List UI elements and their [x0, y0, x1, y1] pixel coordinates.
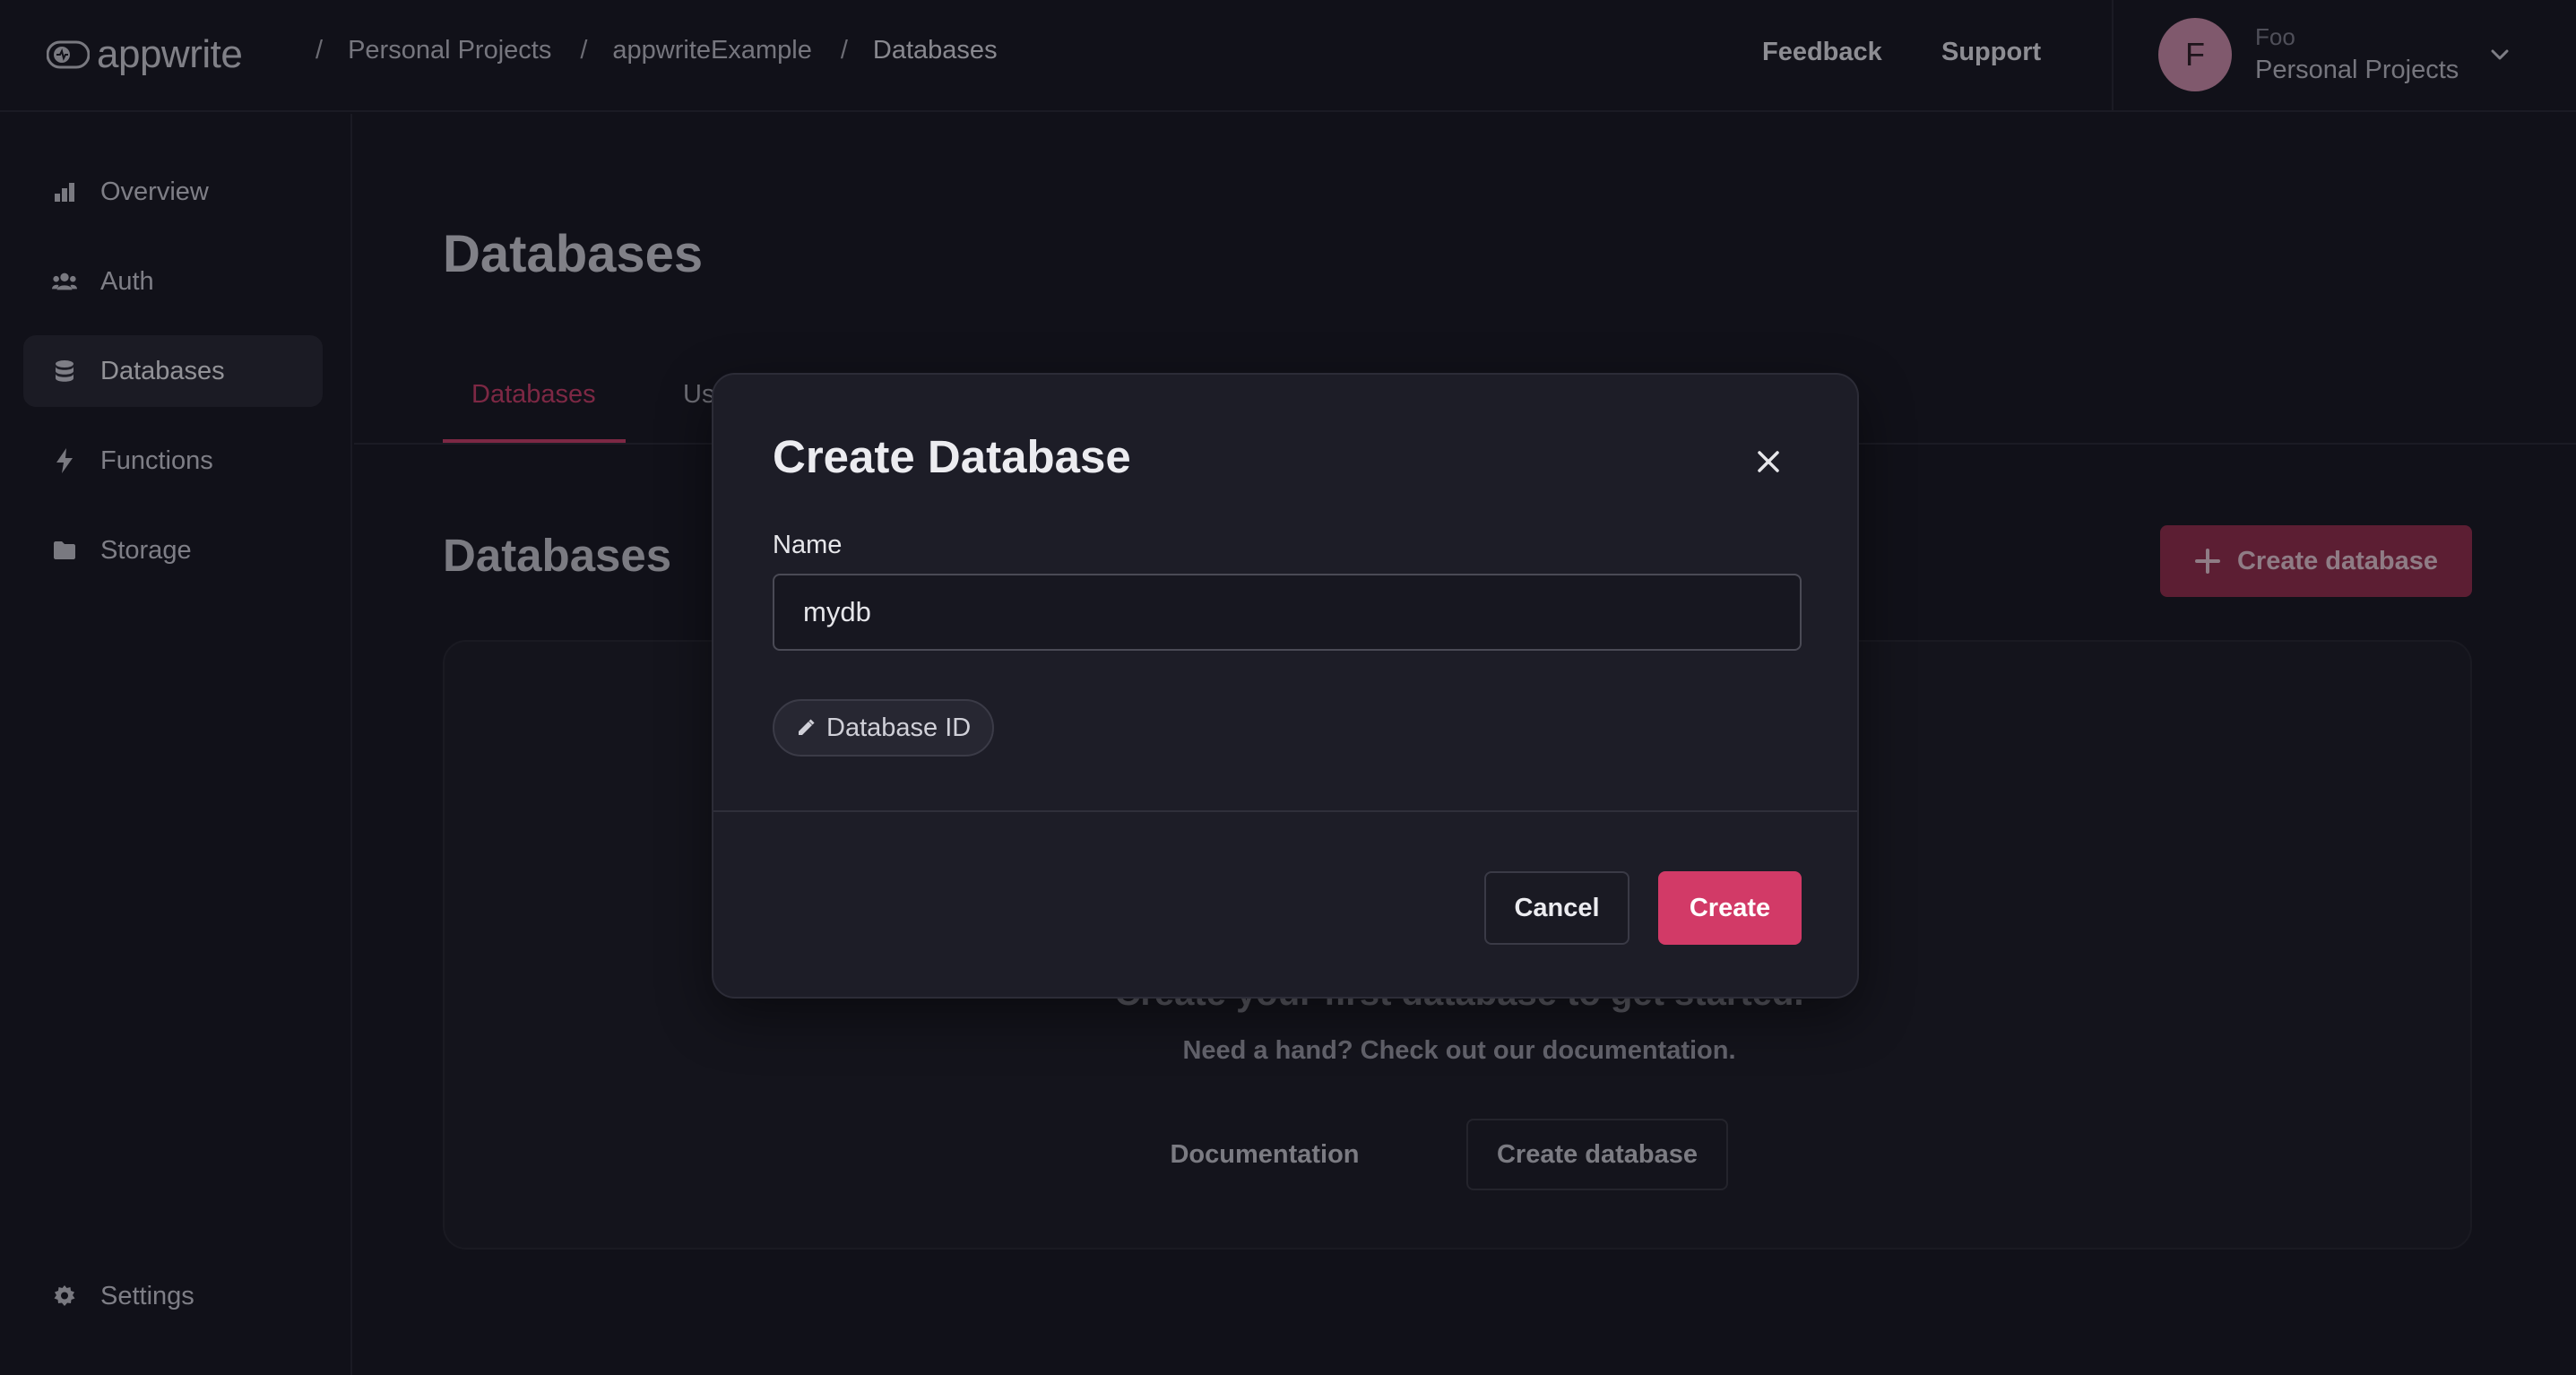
name-input[interactable]	[773, 574, 1802, 651]
close-icon[interactable]	[1753, 446, 1784, 477]
modal-title: Create Database	[773, 431, 1131, 482]
database-id-label: Database ID	[826, 713, 972, 742]
create-button[interactable]: Create	[1658, 871, 1802, 945]
modal-footer-divider	[713, 810, 1857, 812]
pencil-icon	[799, 719, 815, 735]
create-database-modal: Create Database Name Database ID Cancel …	[712, 373, 1859, 999]
cancel-button[interactable]: Cancel	[1484, 871, 1629, 945]
name-field-label: Name	[773, 531, 843, 559]
database-id-chip[interactable]: Database ID	[773, 699, 995, 757]
app-window: appwrite / Personal Projects / appwriteE…	[0, 0, 2576, 1375]
